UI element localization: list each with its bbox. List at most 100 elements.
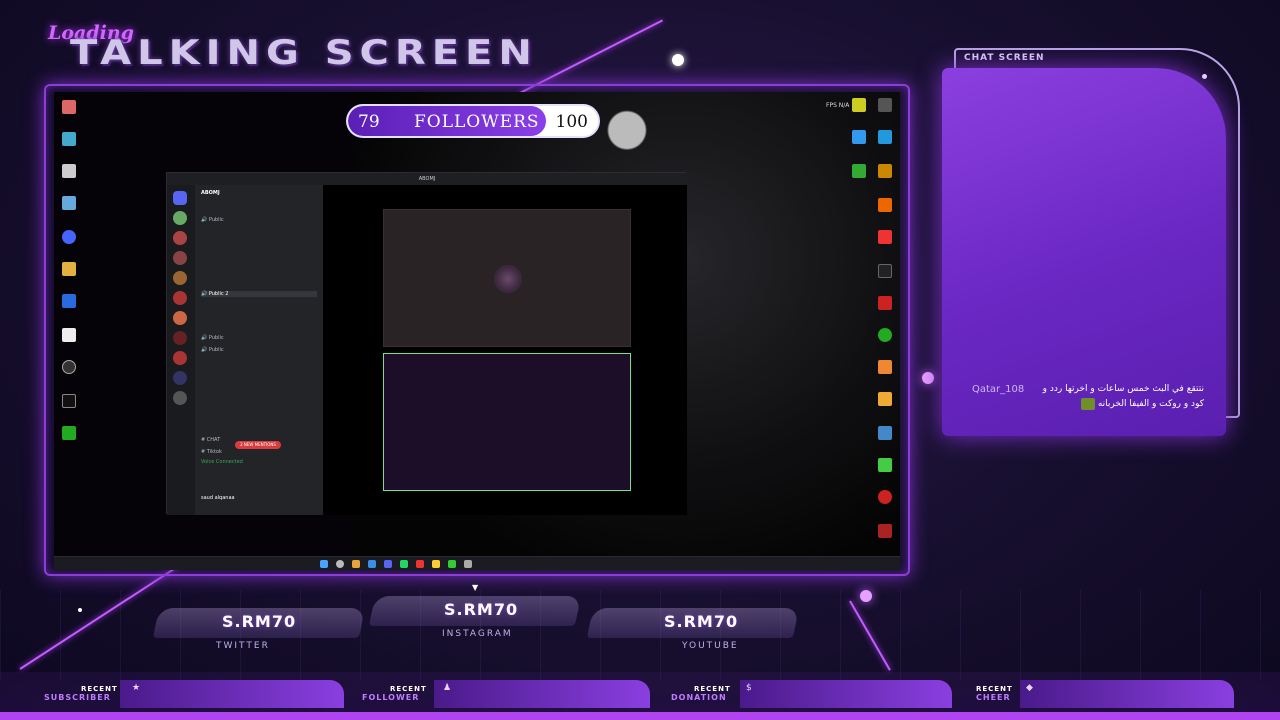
participant-tile-speaking[interactable] [383,353,631,491]
desktop-icon[interactable] [56,394,82,409]
discord-titlebar: ABOMJ [167,173,687,185]
desktop-icon[interactable] [846,130,872,145]
desktop-icon[interactable] [56,262,82,277]
desktop-icon[interactable] [846,164,872,179]
decor-dot [860,590,872,602]
chat-message: نتتقع في البث خمس ساعات و اخرتها ردد و ك… [1032,382,1204,412]
bottom-neon-line [0,712,1280,720]
start-icon[interactable] [320,560,328,568]
youtube-label: YOUTUBE [682,641,739,651]
taskbar-app-icon[interactable] [384,560,392,568]
server-icon[interactable] [173,391,187,405]
discord-home-icon[interactable] [173,191,187,205]
server-icon[interactable] [173,271,187,285]
followers-current: 79 [358,112,380,132]
taskbar-app-icon[interactable] [368,560,376,568]
taskbar-app-icon[interactable] [352,560,360,568]
twitter-label: TWITTER [216,641,270,651]
voice-channel-name: Public [208,347,224,353]
voice-channel[interactable]: 🔊 Public [201,217,224,223]
server-icon[interactable] [173,351,187,365]
desktop-icon[interactable] [872,392,898,407]
fps-readout: FPS N/A [826,102,850,109]
desktop-icon[interactable] [56,164,82,179]
discord-channel-list[interactable]: ABOMJ 🔊 Public 🔊 Public 2 🔊 Public 🔊 Pub… [195,185,323,515]
desktop-icon[interactable] [872,198,898,213]
text-channel-name: Tiktok [206,449,222,455]
decor-dot [78,608,82,612]
gem-icon: ◆ [1026,683,1033,693]
recent-subscriber-bar [120,680,344,708]
star-icon: ★ [132,683,141,693]
server-icon[interactable] [173,311,187,325]
chat-panel [942,68,1226,436]
recent-subscriber-type: SUBSCRIBER [44,693,111,702]
desktop-icon[interactable] [872,264,898,279]
search-icon[interactable] [336,560,344,568]
voice-channel-count: 2 [225,291,229,297]
current-user[interactable]: saud alqanaa [201,495,235,501]
voice-connected-status: Voice Connected [201,459,243,465]
desktop-icon[interactable] [56,100,82,115]
desktop-icon[interactable] [872,230,898,245]
desktop-icon[interactable] [56,294,82,309]
desktop-icon[interactable] [56,426,82,441]
desktop-icon[interactable] [872,360,898,375]
recent-donation-bar [740,680,952,708]
desktop-icon[interactable] [56,196,82,211]
server-icon[interactable] [173,291,187,305]
desktop-icon[interactable] [872,426,898,441]
discord-window[interactable]: ABOMJ ABOMJ 🔊 Public 🔊 Public 2 🔊 Public… [166,172,687,515]
overlay-title: TALKING SCREEN [70,33,538,73]
text-channel-chat[interactable]: # CHAT [201,437,220,443]
person-icon: ♟ [443,683,452,693]
desktop-icon[interactable] [56,360,82,375]
youtube-handle: S.RM70 [664,612,739,631]
desktop-icon[interactable] [56,230,82,245]
recent-cheer-word: RECENT [976,685,1013,693]
chevron-down-icon: ▼ [472,583,479,592]
desktop-icon[interactable] [56,328,82,343]
chat-screen-label: CHAT SCREEN [964,53,1045,63]
desktop-icon[interactable] [872,130,898,145]
server-name: ABOMJ [201,190,220,196]
taskbar-app-icon[interactable] [448,560,456,568]
followers-goal: 79 FOLLOWERS 100 [346,104,600,138]
desktop-icon[interactable] [872,524,898,539]
desktop-icon[interactable] [872,296,898,311]
voice-channel[interactable]: 🔊 Public [201,347,224,353]
chat-message-user: Qatar_108 [972,384,1025,395]
server-icon[interactable] [173,231,187,245]
taskbar-app-icon[interactable] [400,560,408,568]
desktop-icon[interactable] [872,328,898,343]
server-icon[interactable] [173,211,187,225]
desktop-icon[interactable] [872,164,898,179]
discord-server-list[interactable] [167,185,195,515]
desktop-icon[interactable] [56,132,82,147]
server-icon[interactable] [173,331,187,345]
desktop-icon[interactable] [872,490,898,505]
participant-tile[interactable] [383,209,631,347]
desktop-icon[interactable] [846,98,872,113]
taskbar-app-icon[interactable] [464,560,472,568]
desktop-icon[interactable] [872,98,898,113]
recent-donation-word: RECENT [694,685,731,693]
followers-goal-value: 100 [555,112,588,132]
recent-subscriber-word: RECENT [81,685,118,693]
dollar-icon: $ [746,683,752,693]
instagram-handle: S.RM70 [444,600,519,619]
voice-channel[interactable]: 🔊 Public [201,335,224,341]
server-icon[interactable] [173,371,187,385]
text-channel-tiktok[interactable]: # Tiktok [201,449,222,455]
taskbar-app-icon[interactable] [432,560,440,568]
taskbar-app-icon[interactable] [416,560,424,568]
twitter-handle: S.RM70 [222,612,297,631]
voice-channel-name: Public [208,291,224,297]
voice-channel-name: Public [208,217,224,223]
voice-channel-active[interactable]: 🔊 Public 2 [201,291,317,297]
desktop-icon[interactable] [872,458,898,473]
recent-donation-type: DONATION [671,693,727,702]
server-icon[interactable] [173,251,187,265]
instagram-label: INSTAGRAM [442,629,513,639]
new-mentions-badge[interactable]: 2 NEW MENTIONS [235,441,281,449]
